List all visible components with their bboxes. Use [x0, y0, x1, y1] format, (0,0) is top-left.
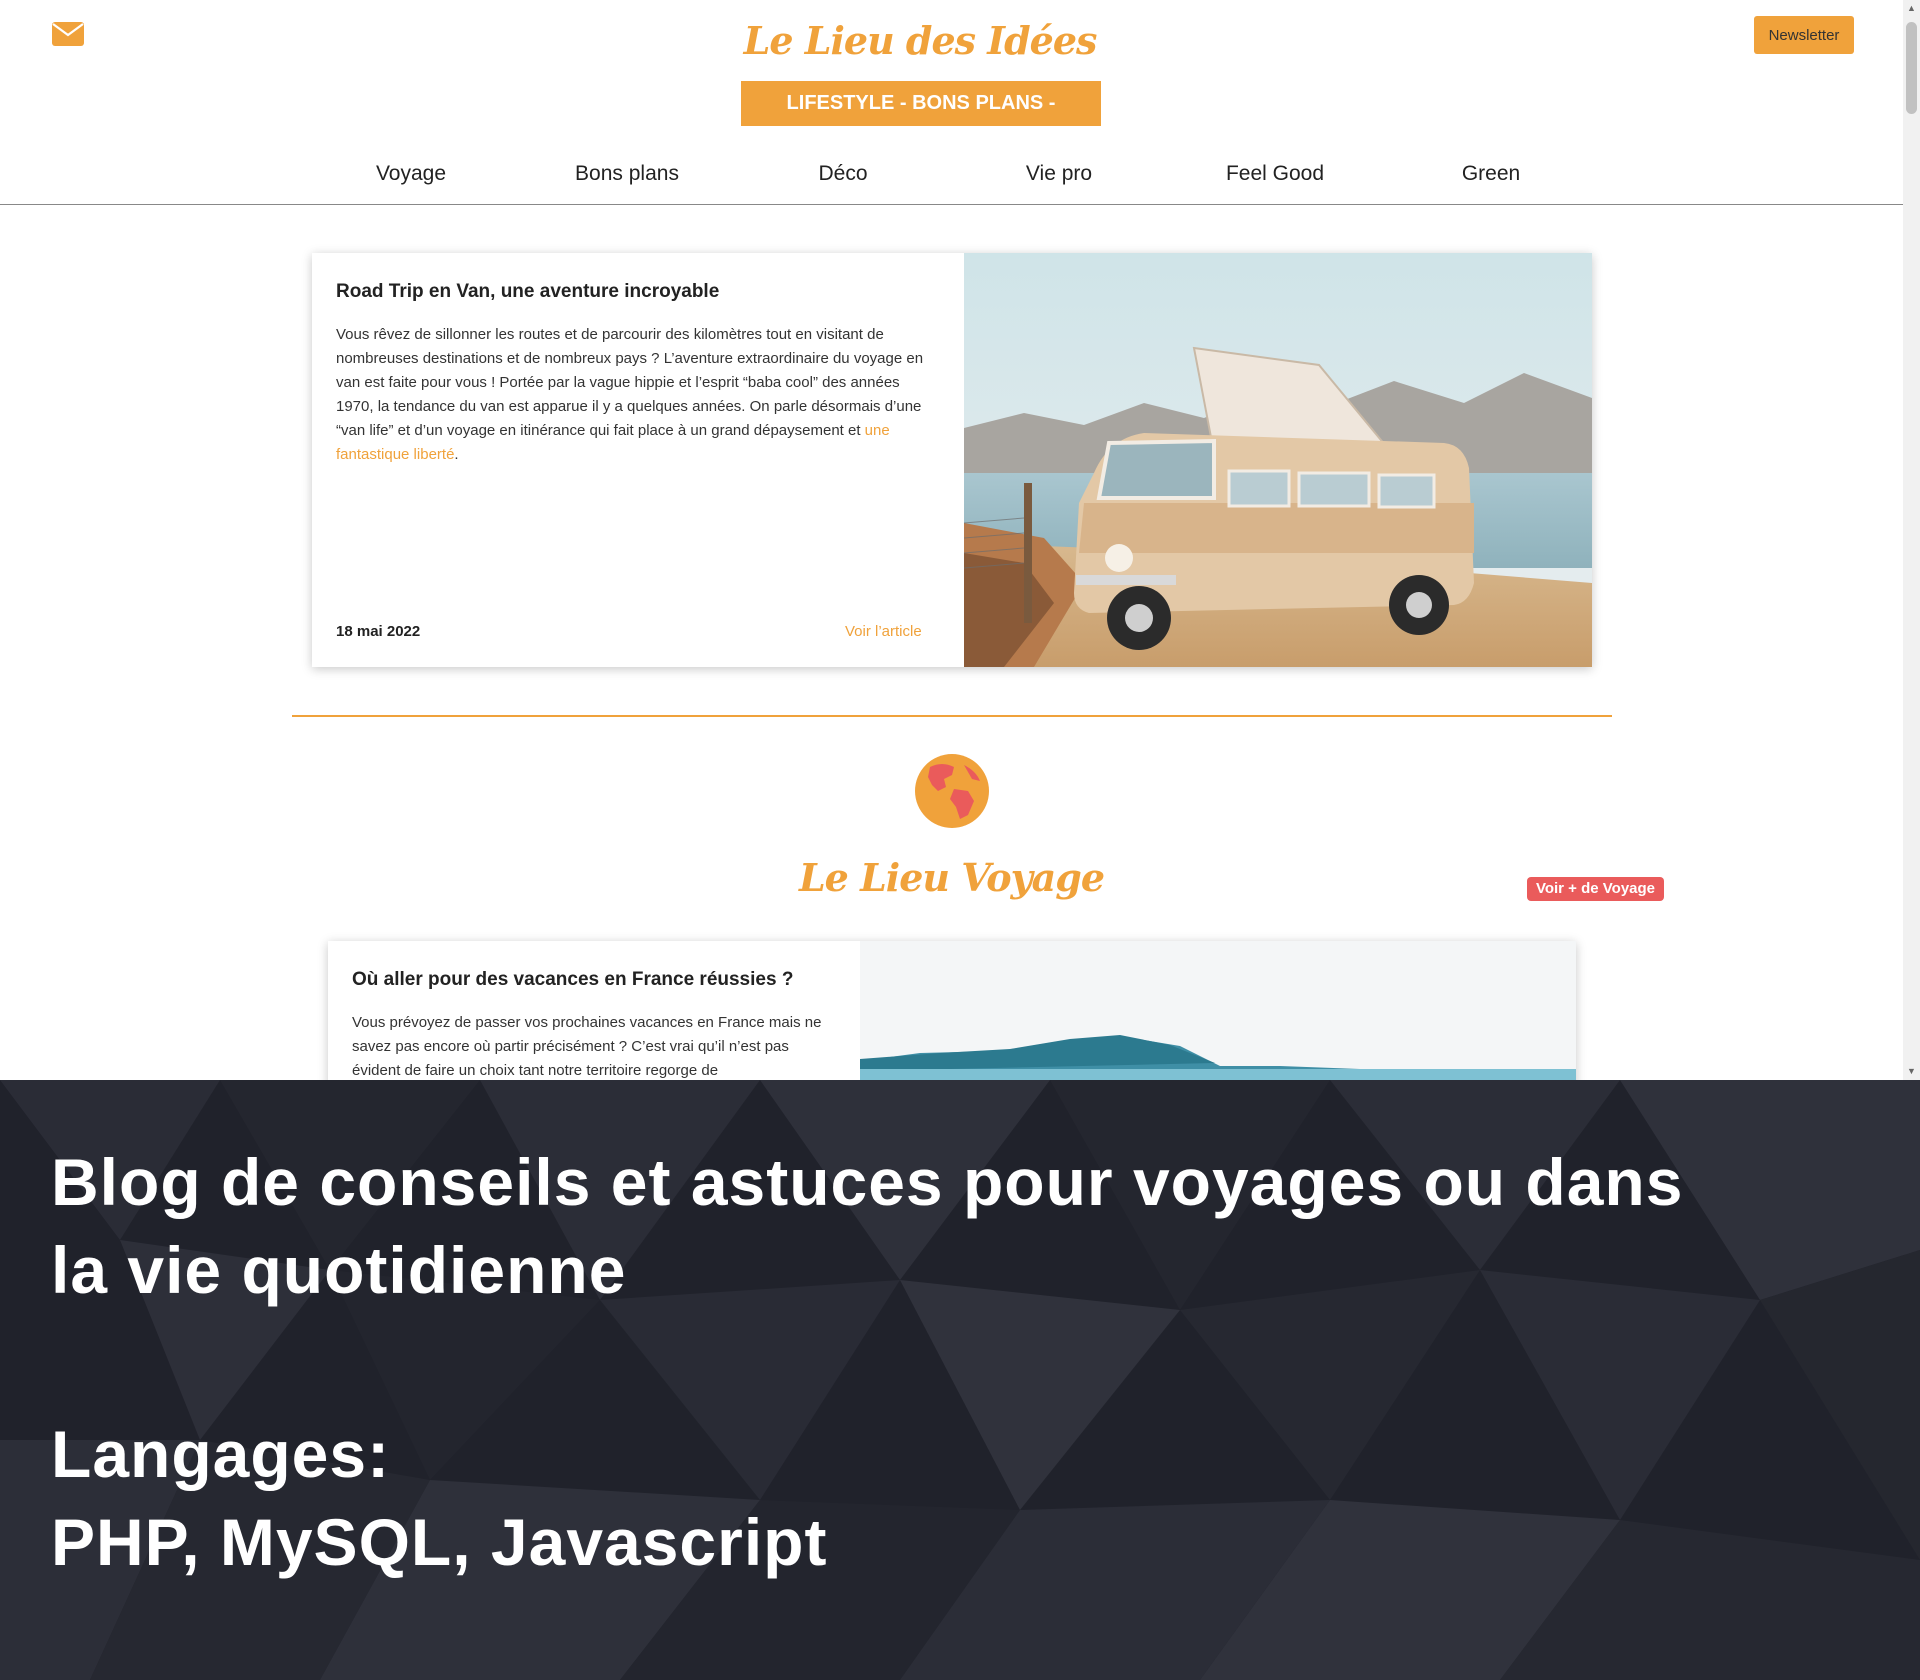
- featured-article-card[interactable]: Road Trip en Van, une aventure incroyabl…: [312, 253, 1592, 667]
- globe-icon: [915, 754, 989, 828]
- banner-languages-heading: Langages:: [51, 1417, 391, 1491]
- featured-article-title[interactable]: Road Trip en Van, une aventure incroyabl…: [336, 281, 719, 303]
- van-photo[interactable]: [964, 253, 1592, 667]
- nav-item-green[interactable]: Green: [1462, 162, 1520, 186]
- nav-item-feel-good[interactable]: Feel Good: [1226, 162, 1324, 186]
- article-card[interactable]: Où aller pour des vacances en France réu…: [328, 941, 1576, 1080]
- banner-description-line2: la vie quotidienne: [51, 1233, 627, 1307]
- section-divider: [292, 715, 1612, 717]
- banner-description-line1: Blog de conseils et astuces pour voyages…: [51, 1145, 1684, 1219]
- vertical-scrollbar[interactable]: ▲ ▼: [1903, 0, 1920, 1080]
- featured-article-excerpt-end: .: [454, 446, 459, 463]
- main-nav: Voyage Bons plans Déco Vie pro Feel Good…: [0, 150, 1903, 205]
- site-tagline: LIFESTYLE - BONS PLANS - VOYAGES: [741, 81, 1101, 159]
- featured-article-excerpt: Vous rêvez de sillonner les routes et de…: [336, 323, 936, 467]
- newsletter-button[interactable]: Newsletter: [1754, 16, 1854, 54]
- scrollbar-thumb[interactable]: [1906, 22, 1917, 114]
- website-screenshot: Le Lieu des Idées LIFESTYLE - BONS PLANS…: [0, 0, 1920, 1080]
- featured-article-excerpt-text: Vous rêvez de sillonner les routes et de…: [336, 326, 924, 439]
- nav-item-deco[interactable]: Déco: [818, 162, 867, 186]
- voir-plus-voyage-button[interactable]: Voir + de Voyage: [1527, 877, 1664, 901]
- banner-languages-list: PHP, MySQL, Javascript: [51, 1505, 828, 1579]
- description-banner: Blog de conseils et astuces pour voyages…: [0, 1080, 1920, 1680]
- nav-item-vie-pro[interactable]: Vie pro: [1026, 162, 1092, 186]
- nav-item-voyage[interactable]: Voyage: [376, 162, 446, 186]
- scroll-down-arrow[interactable]: ▼: [1903, 1063, 1920, 1080]
- featured-article-read-link[interactable]: Voir l’article: [845, 623, 922, 640]
- featured-article-date: 18 mai 2022: [336, 623, 421, 640]
- nav-item-bons-plans[interactable]: Bons plans: [575, 162, 679, 186]
- article-excerpt: Vous prévoyez de passer vos prochaines v…: [352, 1014, 822, 1079]
- coast-photo[interactable]: [860, 941, 1576, 1080]
- article-title[interactable]: Où aller pour des vacances en France réu…: [352, 969, 793, 991]
- scroll-up-arrow[interactable]: ▲: [1903, 0, 1920, 17]
- site-logo[interactable]: Le Lieu des Idées: [0, 18, 1840, 63]
